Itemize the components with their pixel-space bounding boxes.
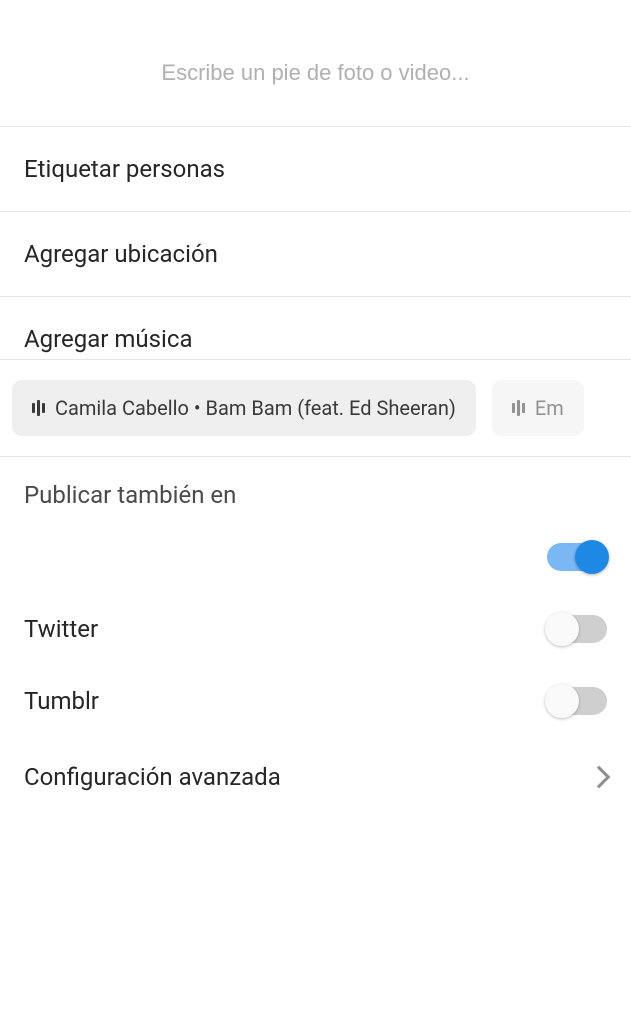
toggle-knob xyxy=(545,684,579,718)
share-row-tumblr: Tumblr xyxy=(24,665,607,737)
add-music-section: Agregar música xyxy=(0,297,631,359)
share-toggle-primary[interactable] xyxy=(547,543,607,571)
caption-input[interactable] xyxy=(20,60,611,86)
tag-people-row[interactable]: Etiquetar personas xyxy=(0,127,631,211)
toggle-knob xyxy=(575,540,609,574)
add-location-row[interactable]: Agregar ubicación xyxy=(0,212,631,296)
add-location-label: Agregar ubicación xyxy=(24,240,218,268)
advanced-settings-row[interactable]: Configuración avanzada xyxy=(0,737,631,817)
chevron-right-icon xyxy=(588,766,611,789)
share-row-label: Twitter xyxy=(24,615,98,643)
share-toggle-twitter[interactable] xyxy=(547,615,607,643)
music-chip-label: Em xyxy=(535,396,564,420)
advanced-settings-label: Configuración avanzada xyxy=(24,763,281,791)
add-music-label: Agregar música xyxy=(24,325,193,353)
audio-bars-icon xyxy=(512,400,525,416)
share-row-twitter: Twitter xyxy=(24,593,607,665)
share-section: Publicar también en Twitter Tumblr xyxy=(0,457,631,737)
music-suggestions: Camila Cabello • Bam Bam (feat. Ed Sheer… xyxy=(0,360,631,456)
toggle-knob xyxy=(545,612,579,646)
tag-people-label: Etiquetar personas xyxy=(24,155,225,183)
caption-area[interactable] xyxy=(0,0,631,126)
share-section-title: Publicar también en xyxy=(24,481,607,509)
audio-bars-icon xyxy=(32,400,45,416)
share-toggle-tumblr[interactable] xyxy=(547,687,607,715)
share-row-primary xyxy=(24,521,607,593)
music-chip[interactable]: Camila Cabello • Bam Bam (feat. Ed Sheer… xyxy=(12,380,476,436)
share-row-label: Tumblr xyxy=(24,687,99,715)
music-chip-label: Camila Cabello • Bam Bam (feat. Ed Sheer… xyxy=(55,396,456,420)
music-chip[interactable]: Em xyxy=(492,380,584,436)
add-music-row[interactable]: Agregar música xyxy=(24,325,607,359)
